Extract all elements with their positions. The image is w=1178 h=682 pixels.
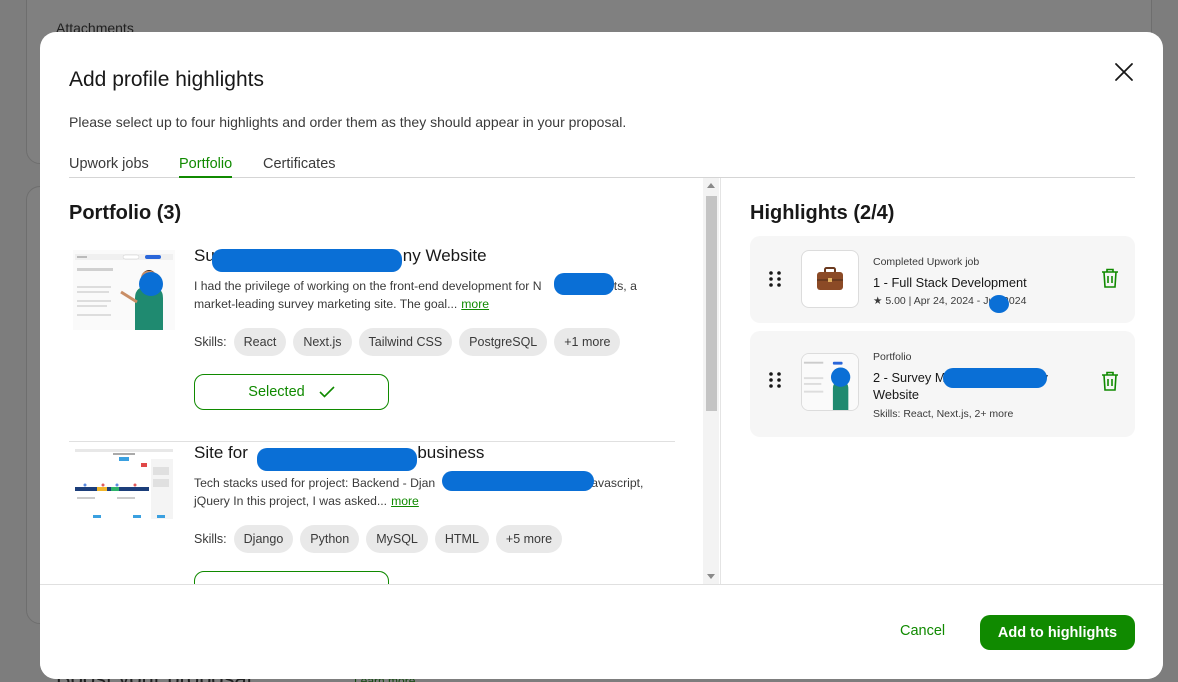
highlight-thumbnail xyxy=(801,250,859,308)
redaction-mark xyxy=(212,249,402,272)
drag-handle-icon[interactable] xyxy=(768,371,782,389)
highlight-type: Completed Upwork job xyxy=(873,256,980,268)
add-highlights-modal: Add profile highlights Please select up … xyxy=(40,32,1163,679)
highlight-type: Portfolio xyxy=(873,351,912,363)
tab-certificates[interactable]: Certificates xyxy=(263,156,336,178)
skills-label: Skills: xyxy=(194,532,227,546)
redaction-mark xyxy=(442,471,594,491)
skill-chip: React xyxy=(233,328,287,356)
redaction-mark xyxy=(989,295,1009,313)
survey-website-preview-icon xyxy=(802,354,858,410)
highlight-item: Completed Upwork job 1 - Full Stack Deve… xyxy=(750,236,1135,323)
description-line-1-start: Tech stacks used for project: Backend - … xyxy=(194,476,436,490)
survey-website-preview-icon xyxy=(73,250,175,330)
skills-row: Skills: React Next.js Tailwind CSS Postg… xyxy=(194,328,627,356)
scroll-thumb[interactable] xyxy=(706,196,717,411)
skill-chip: MySQL xyxy=(366,525,428,553)
highlight-meta: Skills: React, Next.js, 2+ more xyxy=(873,408,1014,420)
more-skills-chip[interactable]: +5 more xyxy=(495,525,563,553)
scroll-up-arrow-icon[interactable] xyxy=(707,183,715,188)
portfolio-panel: Portfolio (3) Su ny Website I had the pr… xyxy=(40,178,721,584)
description-line-2: jQuery In this project, I was asked... xyxy=(194,494,388,508)
modal-title: Add profile highlights xyxy=(69,68,264,91)
skills-label: Skills: xyxy=(194,335,227,349)
close-icon xyxy=(1115,63,1133,81)
description-line-1-start: I had the privilege of working on the fr… xyxy=(194,279,542,293)
select-button[interactable] xyxy=(194,571,389,584)
highlight-thumbnail xyxy=(801,353,859,411)
title-end: business xyxy=(412,443,485,462)
skill-chip: Next.js xyxy=(293,328,352,356)
tab-portfolio[interactable]: Portfolio xyxy=(179,156,233,178)
redaction-mark xyxy=(257,448,417,471)
highlight-item: Portfolio 2 - Survey My Website Skills: … xyxy=(750,331,1135,437)
skills-row: Skills: Django Python MySQL HTML +5 more xyxy=(194,525,569,553)
title-start: Site for xyxy=(194,443,253,462)
highlight-title-line-2: Website xyxy=(873,387,919,402)
description-line-2: market-leading survey marketing site. Th… xyxy=(194,297,458,311)
highlight-title-start: 2 - Survey M xyxy=(873,370,946,385)
portfolio-card: Site for business Tech stacks used for p… xyxy=(69,441,675,584)
title-end: ny Website xyxy=(402,246,487,265)
checkmark-icon xyxy=(319,386,335,398)
portfolio-thumbnail xyxy=(73,447,175,527)
redaction-mark xyxy=(943,368,1047,388)
portfolio-thumbnail xyxy=(73,250,175,330)
tab-upwork-jobs[interactable]: Upwork jobs xyxy=(69,156,149,178)
portfolio-title: Portfolio (3) xyxy=(69,202,182,224)
briefcase-icon xyxy=(817,267,843,290)
skill-chip: Tailwind CSS xyxy=(358,328,453,356)
highlight-title: 1 - Full Stack Development xyxy=(873,275,1027,290)
scrollbar[interactable] xyxy=(703,178,719,584)
skill-chip: Django xyxy=(233,525,294,553)
trash-icon[interactable] xyxy=(1101,268,1119,288)
selected-button-label: Selected xyxy=(248,384,305,400)
skill-chip: HTML xyxy=(434,525,489,553)
business-site-preview-icon xyxy=(73,447,175,527)
more-skills-chip[interactable]: +1 more xyxy=(554,328,621,356)
selected-button[interactable]: Selected xyxy=(194,374,389,410)
scroll-down-arrow-icon[interactable] xyxy=(707,574,715,579)
highlights-title: Highlights (2/4) xyxy=(750,202,895,224)
redaction-mark xyxy=(554,273,614,295)
drag-handle-icon[interactable] xyxy=(768,270,782,288)
trash-icon[interactable] xyxy=(1101,371,1119,391)
portfolio-card: Su ny Website I had the privilege of work… xyxy=(69,244,675,442)
cancel-button[interactable]: Cancel xyxy=(900,623,945,639)
close-button[interactable] xyxy=(1112,60,1136,84)
add-to-highlights-button[interactable]: Add to highlights xyxy=(980,615,1135,650)
highlights-panel: Highlights (2/4) Completed Upwork job 1 … xyxy=(722,178,1163,584)
skill-chip: Python xyxy=(300,525,360,553)
description-line-1-end: Javascript, xyxy=(585,476,644,490)
skill-chip: PostgreSQL xyxy=(459,328,548,356)
more-link[interactable]: more xyxy=(391,494,419,508)
modal-footer: Cancel Add to highlights xyxy=(40,584,1163,679)
modal-subtitle: Please select up to four highlights and … xyxy=(69,114,627,130)
more-link[interactable]: more xyxy=(461,297,489,311)
tab-bar: Upwork jobs Portfolio Certificates xyxy=(69,156,1135,178)
